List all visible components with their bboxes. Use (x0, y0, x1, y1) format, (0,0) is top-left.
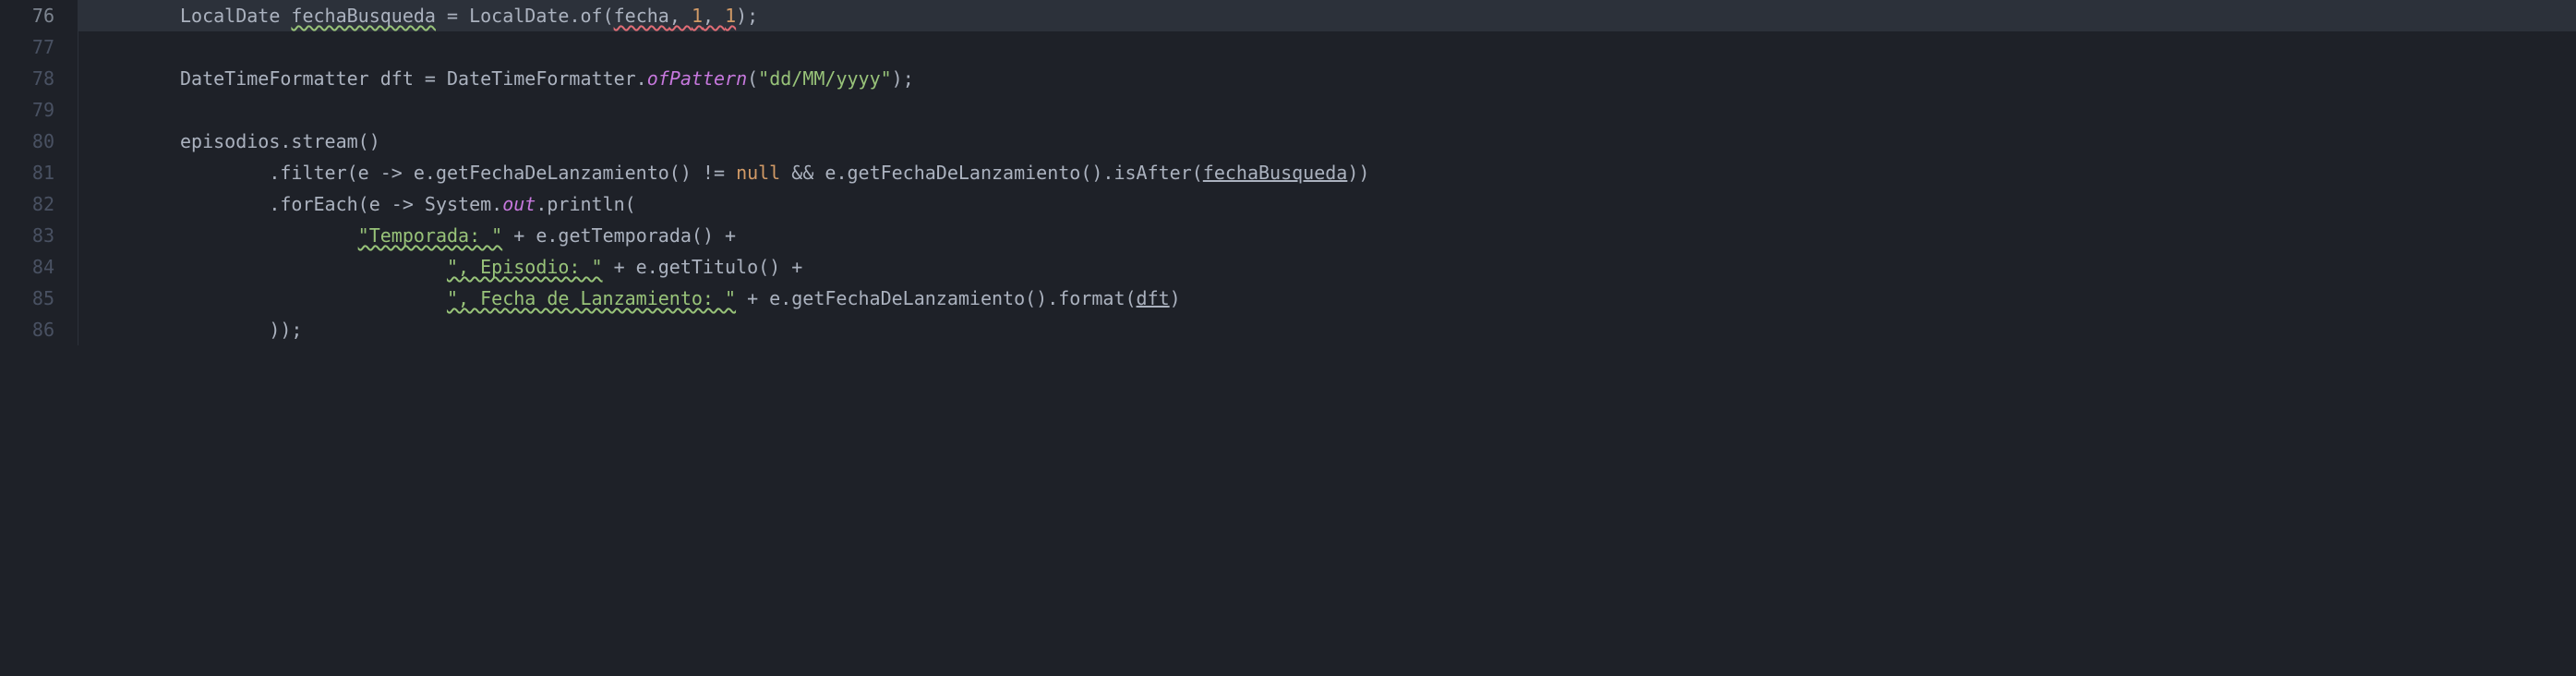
line-number: 81 (0, 157, 54, 188)
line-number: 85 (0, 283, 54, 314)
code-token: fechaBusqueda (291, 5, 436, 27)
code-token: && e.getFechaDeLanzamiento().isAfter( (780, 162, 1203, 184)
code-token: + e.getFechaDeLanzamiento().format( (736, 287, 1136, 309)
line-number: 83 (0, 220, 54, 251)
code-token: LocalDate (180, 5, 291, 27)
code-token: fecha (614, 5, 669, 27)
code-line[interactable]: )); (180, 314, 2576, 345)
code-line[interactable]: .filter(e -> e.getFechaDeLanzamiento() !… (180, 157, 2576, 188)
line-number: 77 (0, 31, 54, 63)
line-number-gutter: 76 77 78 79 80 81 82 83 84 85 86 (0, 0, 78, 345)
code-token: .filter(e -> e.getFechaDeLanzamiento() !… (269, 162, 736, 184)
line-number: 80 (0, 126, 54, 157)
code-token: "Temporada: " (358, 224, 503, 247)
code-token: out (502, 193, 536, 215)
code-token: + e.getTitulo() + (603, 256, 803, 278)
line-number: 78 (0, 63, 54, 94)
code-token: ofPattern (647, 67, 747, 90)
code-token: 1 (725, 5, 736, 27)
code-token: .forEach(e -> System. (269, 193, 502, 215)
code-line[interactable]: ", Episodio: " + e.getTitulo() + (180, 251, 2576, 283)
code-token: "dd/MM/yyyy" (758, 67, 892, 90)
code-token: + e.getTemporada() + (502, 224, 736, 247)
code-line[interactable]: DateTimeFormatter dft = DateTimeFormatte… (180, 63, 2576, 94)
code-token: )) (1347, 162, 1369, 184)
code-token: dft (1137, 287, 1170, 309)
code-token: episodios.stream() (180, 130, 380, 152)
code-editor[interactable]: 76 77 78 79 80 81 82 83 84 85 86 LocalDa… (0, 0, 2576, 345)
code-token: 1 (692, 5, 703, 27)
code-token: )); (269, 319, 302, 341)
line-number: 84 (0, 251, 54, 283)
line-number: 82 (0, 188, 54, 220)
code-token: ( (747, 67, 758, 90)
code-line[interactable]: ", Fecha de Lanzamiento: " + e.getFechaD… (180, 283, 2576, 314)
line-number: 86 (0, 314, 54, 345)
code-token: ); (892, 67, 914, 90)
code-line[interactable]: episodios.stream() (180, 126, 2576, 157)
code-line[interactable]: .forEach(e -> System.out.println( (180, 188, 2576, 220)
code-area[interactable]: LocalDate fechaBusqueda = LocalDate.of(f… (78, 0, 2576, 345)
code-token: , (669, 5, 692, 27)
code-token: null (736, 162, 780, 184)
code-line[interactable]: "Temporada: " + e.getTemporada() + (180, 220, 2576, 251)
code-line[interactable]: LocalDate fechaBusqueda = LocalDate.of(f… (180, 0, 2576, 31)
code-token: = LocalDate.of( (436, 5, 614, 27)
line-number: 79 (0, 94, 54, 126)
code-line[interactable] (180, 31, 2576, 63)
code-token: , (703, 5, 725, 27)
code-token: DateTimeFormatter dft = DateTimeFormatte… (180, 67, 647, 90)
code-token: ", Fecha de Lanzamiento: " (447, 287, 736, 309)
code-token: ); (736, 5, 758, 27)
code-token: ) (1170, 287, 1181, 309)
code-token: .println( (536, 193, 635, 215)
code-token: ", Episodio: " (447, 256, 603, 278)
code-line[interactable] (180, 94, 2576, 126)
code-token: fechaBusqueda (1203, 162, 1348, 184)
line-number: 76 (0, 0, 54, 31)
